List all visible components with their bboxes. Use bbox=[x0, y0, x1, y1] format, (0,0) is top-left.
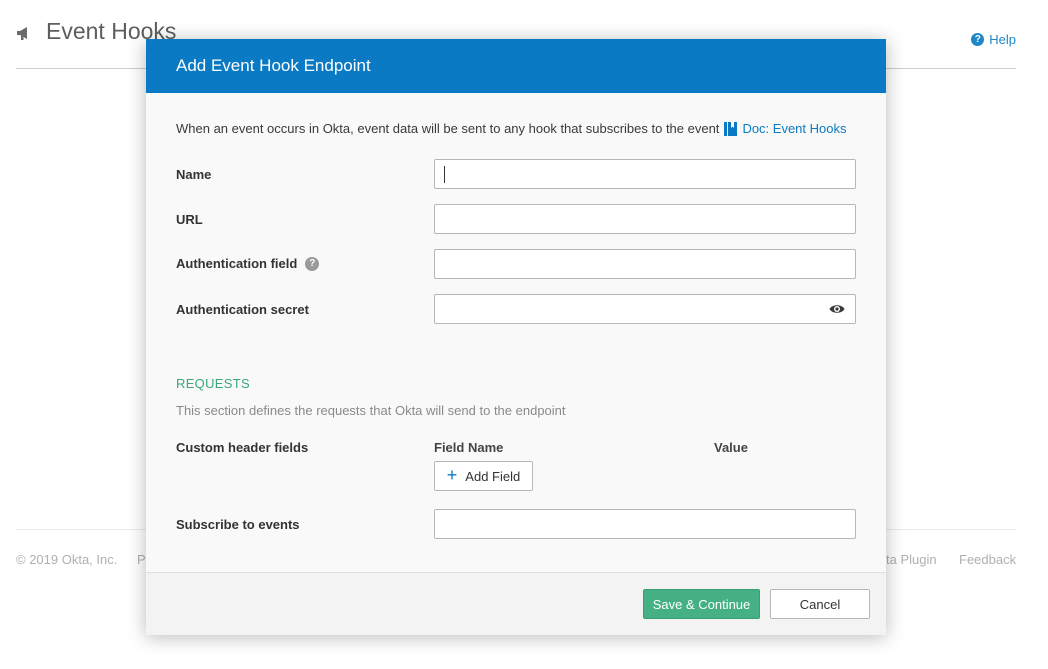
requests-section-description: This section defines the requests that O… bbox=[176, 403, 566, 418]
eye-icon[interactable] bbox=[829, 303, 845, 315]
footer-link-partial[interactable]: P bbox=[137, 552, 146, 567]
value-column-header: Value bbox=[714, 440, 748, 455]
url-input[interactable] bbox=[434, 204, 856, 234]
question-icon[interactable]: ? bbox=[305, 256, 320, 271]
intro-sentence: When an event occurs in Okta, event data… bbox=[176, 121, 720, 136]
page: Event Hooks ? Help © 2019 Okta, Inc. P t… bbox=[0, 0, 1048, 669]
cancel-button[interactable]: Cancel bbox=[770, 589, 870, 619]
subscribe-events-label: Subscribe to events bbox=[176, 517, 300, 532]
footer-link-plugin[interactable]: ta Plugin bbox=[886, 552, 937, 567]
help-link[interactable]: ? Help bbox=[971, 32, 1016, 47]
subscribe-events-label-text: Subscribe to events bbox=[176, 517, 300, 532]
doc-event-hooks-link[interactable]: Doc: Event Hooks bbox=[724, 121, 846, 136]
field-name-column-header: Field Name bbox=[434, 440, 504, 455]
plus-icon: + bbox=[446, 465, 458, 485]
name-label-text: Name bbox=[176, 167, 212, 182]
auth-secret-input[interactable] bbox=[434, 294, 856, 324]
add-field-label: Add Field bbox=[465, 468, 521, 484]
text-caret bbox=[444, 166, 445, 183]
url-label: URL bbox=[176, 212, 203, 227]
name-label: Name bbox=[176, 167, 211, 182]
auth-secret-label: Authentication secret bbox=[176, 302, 309, 317]
intro-text: When an event occurs in Okta, event data… bbox=[176, 121, 846, 136]
auth-secret-label-text: Authentication secret bbox=[176, 302, 309, 317]
auth-field-label-text: Authentication field bbox=[176, 256, 298, 271]
url-label-text: URL bbox=[176, 212, 203, 227]
auth-field-input[interactable] bbox=[434, 249, 856, 279]
dialog-body: When an event occurs in Okta, event data… bbox=[146, 93, 886, 572]
megaphone-icon bbox=[17, 27, 27, 40]
custom-header-label: Custom header fields bbox=[176, 440, 308, 455]
add-field-button[interactable]: + Add Field bbox=[434, 461, 533, 491]
book-icon bbox=[724, 121, 738, 136]
auth-field-label: Authentication field ? bbox=[176, 256, 320, 271]
help-icon: ? bbox=[971, 33, 985, 46]
custom-header-label-text: Custom header fields bbox=[176, 440, 309, 455]
help-label: Help bbox=[989, 32, 1016, 47]
dialog-header: Add Event Hook Endpoint bbox=[146, 39, 886, 93]
footer-link-feedback[interactable]: Feedback bbox=[959, 552, 1016, 567]
footer-copyright: © 2019 Okta, Inc. bbox=[16, 552, 118, 567]
requests-section-title: REQUESTS bbox=[176, 376, 250, 391]
dialog-title: Add Event Hook Endpoint bbox=[176, 56, 371, 75]
add-event-hook-dialog: Add Event Hook Endpoint When an event oc… bbox=[146, 39, 886, 635]
name-input[interactable] bbox=[434, 159, 856, 189]
doc-link-label: Doc: Event Hooks bbox=[742, 121, 847, 136]
subscribe-events-input[interactable] bbox=[434, 509, 856, 539]
save-continue-button[interactable]: Save & Continue bbox=[643, 589, 760, 619]
dialog-footer: Save & Continue Cancel bbox=[146, 572, 886, 635]
